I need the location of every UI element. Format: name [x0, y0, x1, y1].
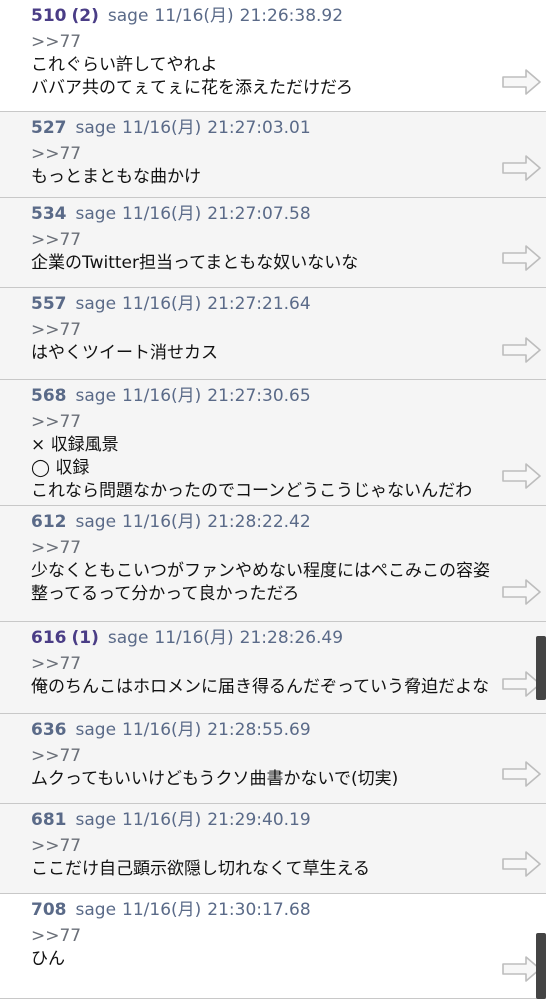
poster-name: sage — [75, 386, 117, 406]
post-date: 11/16(月) — [154, 6, 234, 26]
post-date: 11/16(月) — [122, 720, 202, 740]
post-body-line: ここだけ自己顕示欲隠し切れなくて草生える — [31, 859, 370, 879]
post-number[interactable]: 616 — [31, 628, 67, 648]
right-arrow-icon[interactable] — [502, 245, 542, 271]
right-arrow-icon[interactable] — [502, 579, 542, 605]
poster-name: sage — [75, 204, 117, 224]
poster-name: sage — [107, 6, 149, 26]
post-time: 21:28:22.42 — [207, 512, 311, 532]
post-item[interactable]: 527 sage 11/16(月) 21:27:03.01 >>77 もっとまともな曲かけ — [0, 112, 546, 198]
post-item[interactable]: 636 sage 11/16(月) 21:28:55.69 >>77 ムクってもいいけども… — [0, 714, 546, 804]
right-arrow-icon[interactable] — [502, 155, 542, 181]
poster-name: sage — [75, 900, 117, 920]
reply-count-badge[interactable]: (1) — [72, 628, 99, 648]
reply-anchor-link[interactable]: >>77 — [31, 652, 486, 676]
post-number[interactable]: 708 — [31, 900, 67, 920]
post-body-line: ムクってもいいけどもうクソ曲書かないで(切実) — [31, 769, 399, 789]
post-list: 510 (2) sage 11/16(月) 21:26:38.92 >>77 これぐらい許し… — [0, 0, 546, 999]
post-body-line: これぐらい許してやれよ — [31, 55, 218, 75]
post-body-line: 俺のちんこはホロメンに届き得るんだぞっていう脅迫だよな — [31, 677, 490, 697]
post-time: 21:27:21.64 — [207, 294, 311, 314]
post-header: 568 sage 11/16(月) 21:27:30.65 — [31, 384, 486, 408]
post-date: 11/16(月) — [122, 204, 202, 224]
poster-name: sage — [75, 118, 117, 138]
post-body-line: × 収録風景 — [31, 435, 119, 455]
post-item[interactable]: 557 sage 11/16(月) 21:27:21.64 >>77 はやくツイート消せカ… — [0, 288, 546, 380]
post-item[interactable]: 681 sage 11/16(月) 21:29:40.19 >>77 ここだけ自己顕示欲隠… — [0, 804, 546, 894]
post-number[interactable]: 510 — [31, 6, 67, 26]
post-body-line: 少なくともこいつがファンやめない程度にはぺこみこの容姿 — [31, 561, 490, 581]
post-time: 21:26:38.92 — [239, 6, 344, 26]
post-body-line: もっとまともな曲かけ — [31, 167, 201, 187]
post-date: 11/16(月) — [122, 512, 202, 532]
post-time: 21:28:26.49 — [239, 628, 344, 648]
poster-name: sage — [75, 294, 117, 314]
poster-name: sage — [75, 512, 117, 532]
post-body-line: 企業のTwitter担当ってまともな奴いないな — [31, 253, 359, 273]
post-number[interactable]: 557 — [31, 294, 67, 314]
right-arrow-icon[interactable] — [502, 463, 542, 489]
post-time: 21:27:30.65 — [207, 386, 311, 406]
reply-anchor-link[interactable]: >>77 — [31, 228, 486, 252]
reply-anchor-link[interactable]: >>77 — [31, 318, 486, 342]
post-time: 21:28:55.69 — [207, 720, 311, 740]
post-body-line: はやくツイート消せカス — [31, 343, 218, 363]
post-header: 534 sage 11/16(月) 21:27:07.58 — [31, 202, 486, 226]
post-body-line: ひん — [31, 949, 65, 969]
right-arrow-icon[interactable] — [502, 337, 542, 363]
post-number[interactable]: 534 — [31, 204, 67, 224]
reply-anchor-link[interactable]: >>77 — [31, 410, 486, 434]
post-header: 681 sage 11/16(月) 21:29:40.19 — [31, 808, 486, 832]
reply-anchor-link[interactable]: >>77 — [31, 744, 486, 768]
post-date: 11/16(月) — [154, 628, 234, 648]
reply-count-badge[interactable]: (2) — [72, 6, 99, 26]
post-header: 616 (1) sage 11/16(月) 21:28:26.49 — [31, 626, 486, 650]
post-header: 557 sage 11/16(月) 21:27:21.64 — [31, 292, 486, 316]
poster-name: sage — [75, 720, 117, 740]
post-header: 708 sage 11/16(月) 21:30:17.68 — [31, 898, 486, 922]
post-header: 636 sage 11/16(月) 21:28:55.69 — [31, 718, 486, 742]
post-item[interactable]: 568 sage 11/16(月) 21:27:30.65 >>77 × 収録風景 ◯ 収録… — [0, 380, 546, 506]
post-header: 510 (2) sage 11/16(月) 21:26:38.92 — [31, 4, 486, 28]
reply-anchor-link[interactable]: >>77 — [31, 834, 486, 858]
post-item[interactable]: 612 sage 11/16(月) 21:28:22.42 >>77 少なくともこいつがフ… — [0, 506, 546, 622]
post-date: 11/16(月) — [122, 900, 202, 920]
post-item[interactable]: 534 sage 11/16(月) 21:27:07.58 >>77 企業のTwitter… — [0, 198, 546, 288]
scrollbar-thumb-lower[interactable] — [536, 933, 546, 999]
post-number[interactable]: 527 — [31, 118, 67, 138]
post-time: 21:30:17.68 — [207, 900, 311, 920]
post-number[interactable]: 681 — [31, 810, 67, 830]
poster-name: sage — [75, 810, 117, 830]
post-body-line: ババア共のてぇてぇに花を添えただけだろ — [31, 78, 353, 98]
right-arrow-icon[interactable] — [502, 69, 542, 95]
reply-anchor-link[interactable]: >>77 — [31, 142, 486, 166]
post-number[interactable]: 636 — [31, 720, 67, 740]
poster-name: sage — [107, 628, 149, 648]
post-item[interactable]: 510 (2) sage 11/16(月) 21:26:38.92 >>77 これぐらい許し… — [0, 0, 546, 112]
scrollbar-thumb[interactable] — [536, 636, 546, 700]
post-time: 21:27:03.01 — [207, 118, 311, 138]
post-date: 11/16(月) — [122, 118, 202, 138]
post-time: 21:27:07.58 — [207, 204, 311, 224]
post-body-line: ◯ 収録 — [31, 458, 90, 478]
reply-anchor-link[interactable]: >>77 — [31, 924, 486, 948]
post-item[interactable]: 708 sage 11/16(月) 21:30:17.68 >>77 ひん — [0, 894, 546, 999]
post-body-line: 整ってるって分かって良かっただろ — [31, 584, 300, 604]
post-header: 527 sage 11/16(月) 21:27:03.01 — [31, 116, 486, 140]
reply-anchor-link[interactable]: >>77 — [31, 30, 486, 54]
reply-anchor-link[interactable]: >>77 — [31, 536, 486, 560]
post-item[interactable]: 616 (1) sage 11/16(月) 21:28:26.49 >>77 俺のちんこはホ… — [0, 622, 546, 714]
right-arrow-icon[interactable] — [502, 761, 542, 787]
post-header: 612 sage 11/16(月) 21:28:22.42 — [31, 510, 486, 534]
post-date: 11/16(月) — [122, 810, 202, 830]
post-date: 11/16(月) — [122, 294, 202, 314]
post-date: 11/16(月) — [122, 386, 202, 406]
post-number[interactable]: 612 — [31, 512, 67, 532]
right-arrow-icon[interactable] — [502, 851, 542, 877]
post-time: 21:29:40.19 — [207, 810, 311, 830]
post-body-line: これなら問題なかったのでコーンどうこうじゃないんだわ — [31, 481, 473, 501]
post-number[interactable]: 568 — [31, 386, 67, 406]
